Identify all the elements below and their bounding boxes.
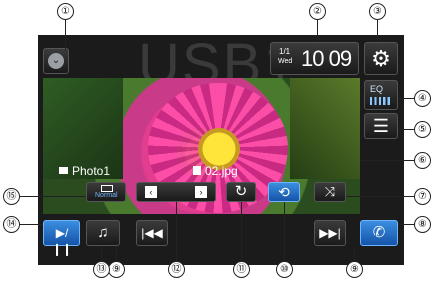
- repeat-button[interactable]: ⟲: [268, 182, 300, 202]
- play-pause-icon: ▶/❙❙: [51, 226, 73, 256]
- callout-14: ⑭: [3, 216, 20, 233]
- repeat-icon: ⟲: [278, 184, 290, 200]
- eq-button[interactable]: EQ: [364, 80, 398, 110]
- media-switch-button[interactable]: ♫: [86, 220, 120, 246]
- callout-1: ①: [57, 3, 74, 20]
- folder-skip-button[interactable]: ‹ ›: [136, 182, 216, 202]
- callout-12: ⑫: [168, 261, 185, 278]
- skip-previous-icon: |◀◀: [141, 226, 163, 240]
- file-info-bar: Photo1 02.jpg: [43, 164, 360, 182]
- callout-8: ⑧: [414, 216, 431, 233]
- settings-button[interactable]: ⚙: [364, 42, 398, 75]
- callout-4: ④: [414, 90, 431, 107]
- phone-icon: ✆: [372, 224, 386, 241]
- phone-button[interactable]: ✆: [360, 220, 398, 246]
- shuffle-icon: ⤨: [324, 184, 336, 199]
- callout-9a: ⑨: [108, 261, 125, 278]
- callout-10: ⑩: [276, 261, 293, 278]
- shuffle-button[interactable]: ⤨: [314, 182, 346, 202]
- previous-track-button[interactable]: |◀◀: [136, 220, 168, 246]
- folder-next-icon: ›: [195, 186, 207, 198]
- normal-label: Normal: [95, 192, 118, 199]
- callout-13: ⑬: [93, 261, 110, 278]
- gear-icon: ⚙: [371, 46, 391, 71]
- play-pause-button[interactable]: ▶/❙❙: [43, 220, 80, 256]
- callout-15: ⑮: [3, 188, 20, 205]
- callout-7: ⑦: [414, 188, 431, 205]
- head-unit-screen: USB1 ⌄ 1/1 Wed 10 09 ⚙ EQ ☰ Photo1 02.jp…: [38, 32, 404, 265]
- clock-time: 10 09: [301, 46, 352, 71]
- slideshow-time-button[interactable]: Normal: [86, 182, 126, 202]
- callout-3: ③: [369, 3, 386, 20]
- callout-9b: ⑨: [346, 261, 363, 278]
- folder-name: Photo1: [72, 164, 111, 178]
- callout-6: ⑥: [414, 152, 431, 169]
- clock-display[interactable]: 1/1 Wed 10 09: [270, 42, 359, 75]
- list-icon: ☰: [372, 116, 390, 136]
- folder-previous-icon: ‹: [145, 186, 157, 198]
- skip-next-icon: ▶▶|: [319, 226, 341, 240]
- callout-2: ②: [309, 3, 326, 20]
- file-icon: [193, 166, 201, 175]
- eq-label: EQ: [370, 84, 384, 94]
- chevron-down-icon: ⌄: [48, 53, 64, 69]
- next-track-button[interactable]: ▶▶|: [314, 220, 346, 246]
- music-photo-icon: ♫: [97, 224, 109, 241]
- callout-5: ⑤: [414, 121, 431, 138]
- rotate-button[interactable]: ↻: [226, 182, 256, 202]
- slideshow-icon: [101, 185, 113, 192]
- list-button[interactable]: ☰: [364, 113, 398, 139]
- clock-day: Wed: [278, 58, 293, 65]
- file-name: 02.jpg: [205, 164, 238, 178]
- eq-bars-icon: [370, 97, 392, 105]
- folder-icon: [59, 167, 68, 174]
- rotate-icon: ↻: [234, 183, 248, 200]
- clock-date: 1/1: [279, 47, 291, 56]
- callout-11: ⑪: [233, 261, 250, 278]
- collapse-button[interactable]: ⌄: [43, 48, 69, 74]
